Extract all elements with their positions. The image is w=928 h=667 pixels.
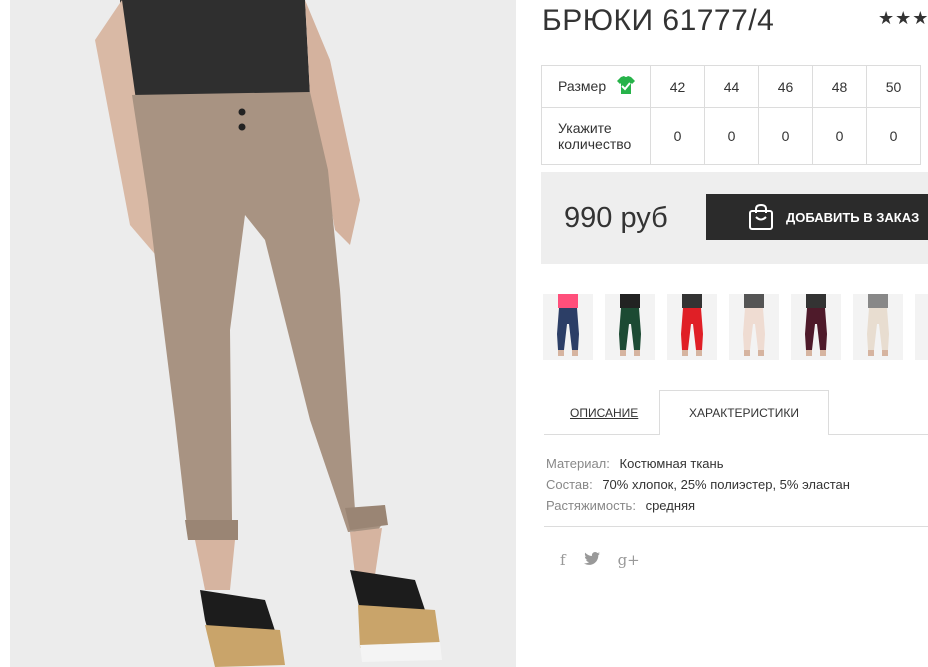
thumbnail-burgundy[interactable] [791,294,841,360]
quantity-input[interactable]: 0 [758,107,813,165]
price: 990 руб [564,202,668,234]
size-label: Размер [558,78,607,94]
price-panel: 990 руб ДОБАВИТЬ В ЗАКАЗ [541,172,928,264]
facebook-icon[interactable]: f [560,551,566,569]
spec-value: средняя [645,498,696,513]
thumbnail-beige[interactable] [853,294,903,360]
quantity-label-cell: Укажите количество [541,107,651,165]
quantity-input[interactable]: 0 [650,107,705,165]
social-share: f g+ [560,551,640,569]
characteristics-list: Материал: Костюмная ткань Состав: 70% хл… [546,453,850,516]
size-value[interactable]: 50 [866,65,921,108]
shopping-bag-icon [748,203,774,231]
product-tabs: ОПИСАНИЕ ХАРАКТЕРИСТИКИ [544,390,928,435]
tab-description[interactable]: ОПИСАНИЕ [570,406,638,420]
quantity-row: Укажите количество 0 0 0 0 0 [541,107,921,165]
thumbnail-light-pink[interactable] [729,294,779,360]
tabs-active-gap [660,434,828,435]
spec-row: Растяжимость: средняя [546,495,850,516]
spec-key: Растяжимость: [546,498,636,513]
twitter-icon[interactable] [583,551,600,569]
thumbnail-navy[interactable] [543,294,593,360]
size-label-cell: Размер [541,65,651,108]
spec-value: Костюмная ткань [619,456,724,471]
spec-value: 70% хлопок, 25% полиэстер, 5% эластан [602,477,850,492]
size-value[interactable]: 48 [812,65,867,108]
add-to-order-button[interactable]: ДОБАВИТЬ В ЗАКАЗ [706,194,928,240]
thumbnail-green[interactable] [605,294,655,360]
quantity-input[interactable]: 0 [812,107,867,165]
google-plus-icon[interactable]: g+ [618,551,640,569]
add-to-order-label: ДОБАВИТЬ В ЗАКАЗ [786,209,920,225]
product-title: БРЮКИ 61777/4 [542,4,775,37]
quantity-input[interactable]: 0 [866,107,921,165]
specs-divider [544,526,928,527]
quantity-input[interactable]: 0 [704,107,759,165]
spec-row: Состав: 70% хлопок, 25% полиэстер, 5% эл… [546,474,850,495]
size-table: Размер 42 44 46 48 50 Укажите количество… [541,65,921,165]
size-row: Размер 42 44 46 48 50 [541,65,921,108]
spec-row: Материал: Костюмная ткань [546,453,850,474]
product-main-photo[interactable] [10,0,516,667]
thumbnail-red[interactable] [667,294,717,360]
color-variant-thumbnails [543,294,928,360]
spec-key: Состав: [546,477,593,492]
size-value[interactable]: 46 [758,65,813,108]
size-value[interactable]: 42 [650,65,705,108]
tab-characteristics[interactable]: ХАРАКТЕРИСТИКИ [659,390,829,435]
thumbnail-white[interactable] [915,294,928,360]
rating-stars[interactable]: ★★★ [878,8,928,29]
spec-key: Материал: [546,456,610,471]
quantity-label-line1: Укажите [558,120,612,136]
size-value[interactable]: 44 [704,65,759,108]
quantity-label-line2: количество [558,136,632,152]
size-chart-icon[interactable] [616,75,636,98]
